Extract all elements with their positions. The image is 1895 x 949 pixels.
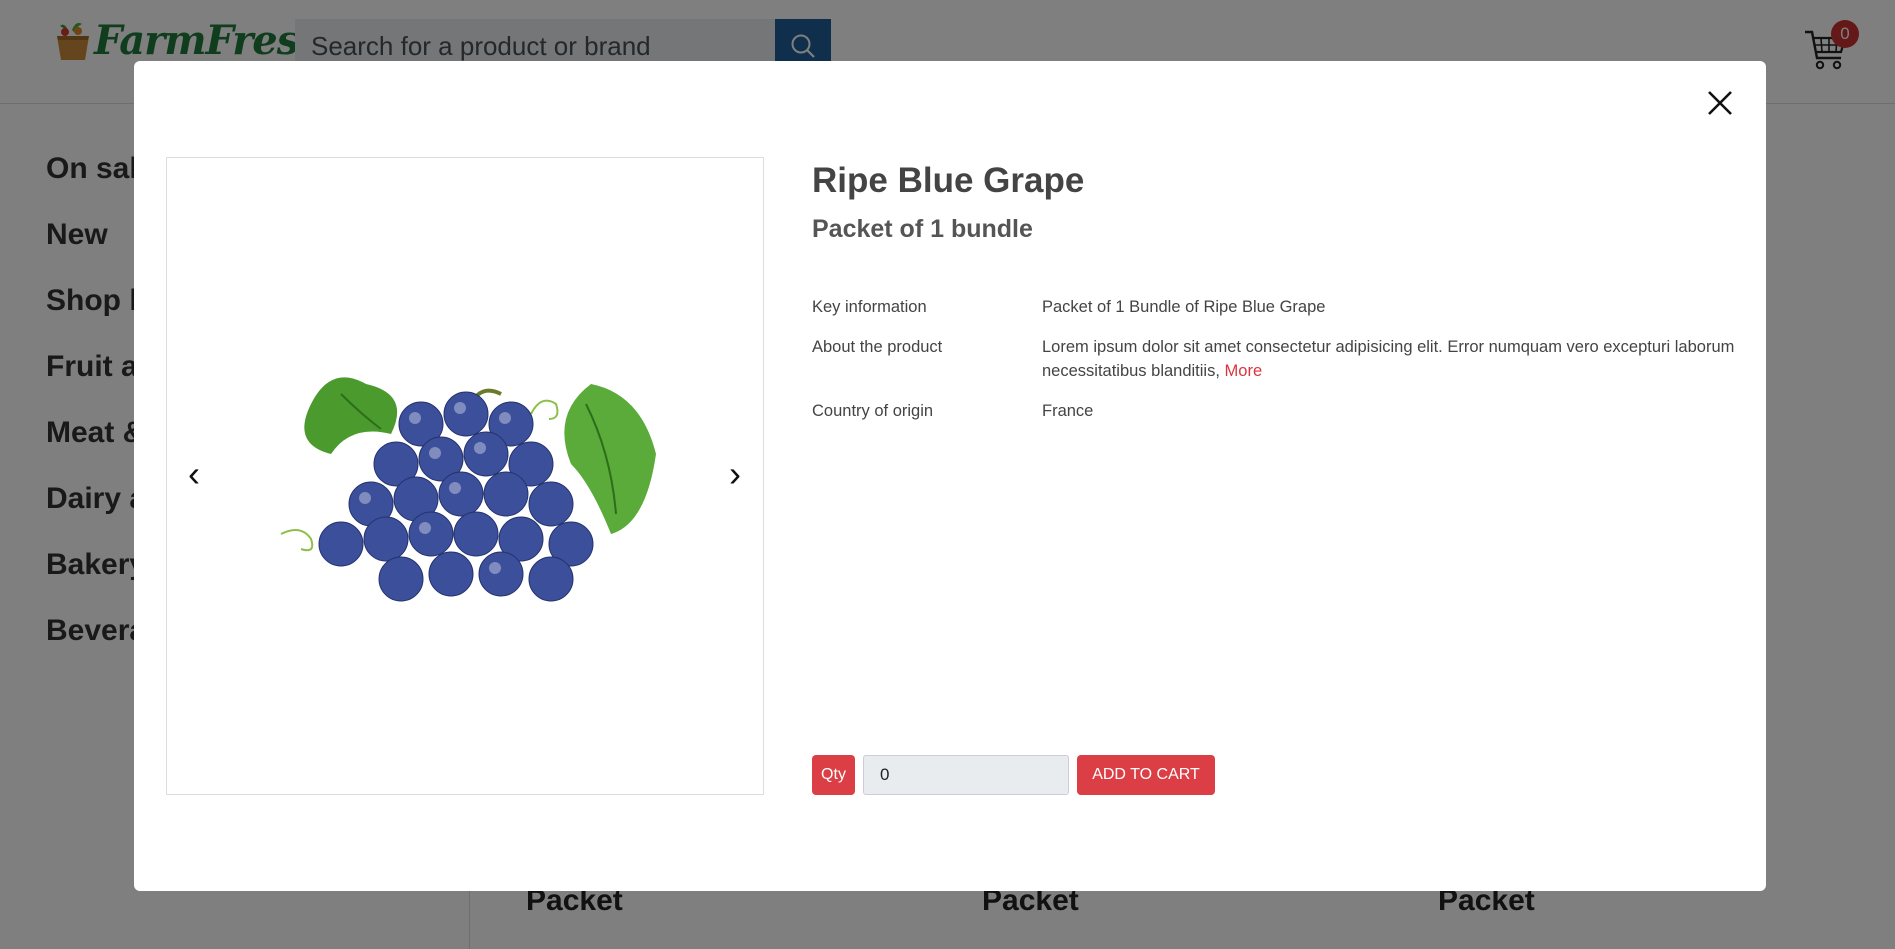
product-title: Ripe Blue Grape: [812, 161, 1085, 200]
info-row-label: Key information: [812, 298, 927, 316]
quantity-input[interactable]: [863, 755, 1069, 795]
close-icon: [1708, 91, 1732, 115]
more-link[interactable]: More: [1225, 362, 1263, 380]
product-info: Ripe Blue Grape Packet of 1 bundle Key i…: [812, 161, 1742, 420]
info-row-value: Lorem ipsum dolor sit amet consectetur a…: [1042, 338, 1735, 380]
carousel-next-icon[interactable]: ›: [720, 454, 750, 494]
add-to-cart-form: Qty ADD TO CART: [812, 754, 1215, 796]
product-detail-modal: ‹ › Ripe Blue Grape Packet of 1 bundle K…: [134, 61, 1766, 891]
info-row-value-wrap: Lorem ipsum dolor sit amet consectetur a…: [1042, 335, 1742, 383]
info-row-label: About the product: [812, 338, 943, 356]
close-button[interactable]: [1700, 83, 1740, 123]
carousel-prev-icon[interactable]: ‹: [179, 454, 209, 494]
grape-image: [280, 377, 656, 602]
info-row-value: Packet of 1 Bundle of Ripe Blue Grape: [1042, 298, 1326, 316]
product-subtitle: Packet of 1 bundle: [812, 215, 1033, 243]
info-row-value: France: [1042, 402, 1094, 420]
info-row-label: Country of origin: [812, 402, 934, 420]
qty-label: Qty: [812, 755, 855, 795]
product-image-carousel: ‹ ›: [166, 157, 764, 795]
add-to-cart-button[interactable]: ADD TO CART: [1077, 755, 1215, 795]
